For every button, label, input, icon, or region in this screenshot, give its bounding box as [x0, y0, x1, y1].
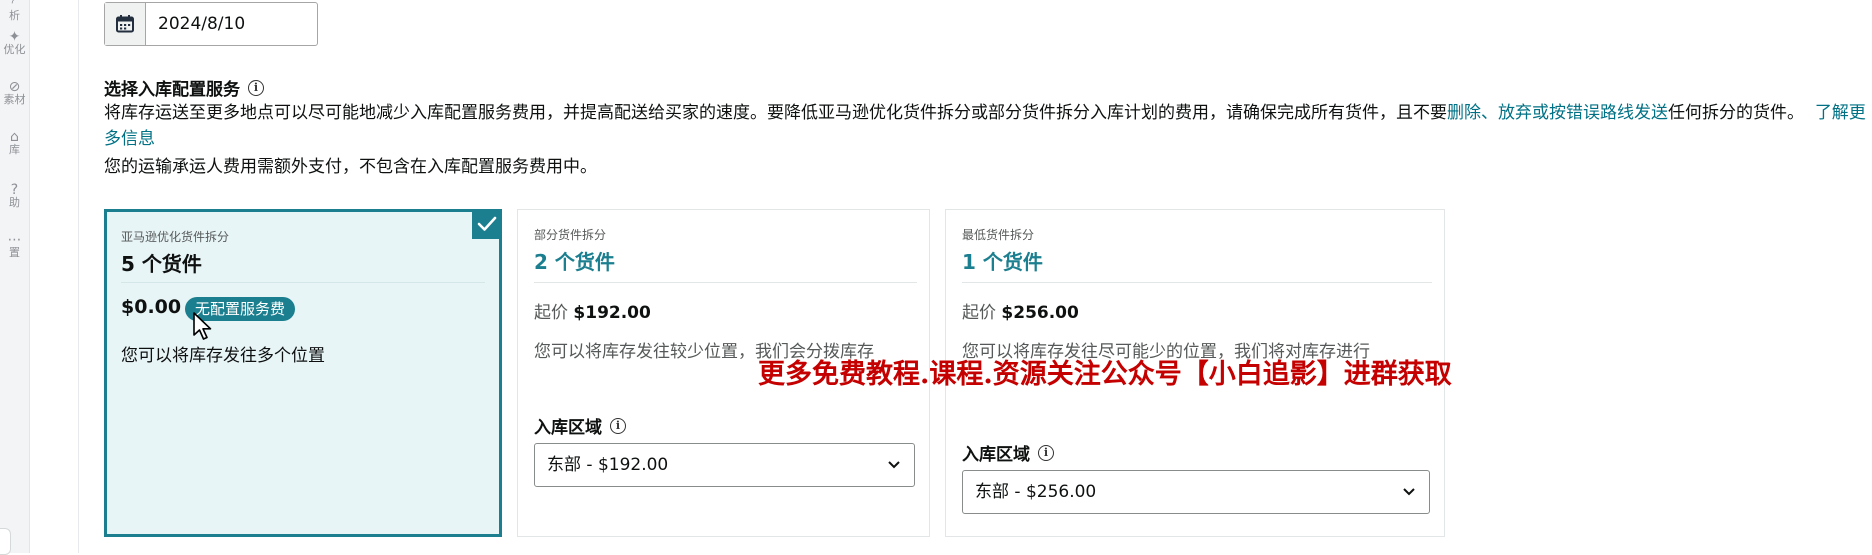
card-price: $256.00 [1001, 303, 1079, 323]
abandon-or-misroute-link[interactable]: 放弃或按错误路线发送 [1498, 103, 1668, 123]
region-label-text: 入库区域 [962, 445, 1030, 465]
rail-item-label: 析 [9, 9, 20, 22]
description-text-2: 任何拆分的货件。 [1668, 103, 1804, 123]
option-card-amazon-optimized[interactable]: 亚马逊优化货件拆分 5 个货件 $0.00 无配置服务费 您可以将库存发往多个位… [104, 209, 502, 537]
region-label: 入库区域 i [534, 413, 626, 438]
card-subtitle: 部分货件拆分 [534, 228, 607, 242]
rail-item-label: 助 [9, 196, 20, 209]
sparkle-icon: ✦ [8, 29, 21, 45]
mouse-cursor-icon [193, 312, 212, 340]
rail-item-label: 置 [9, 246, 20, 259]
region-select-value: 东部 - $256.00 [975, 482, 1097, 502]
region-label: 入库区域 i [962, 440, 1054, 465]
left-rail: ◜ 析 ✦ 优化 ⊘ 素材 ⌂ 库 ? 助 ⋯ 置 [0, 0, 30, 555]
card-title: 2 个货件 [534, 250, 615, 274]
warehouse-icon: ⌂ [10, 129, 19, 145]
price-label: 起价 [962, 303, 996, 323]
card-price: $192.00 [573, 303, 651, 323]
rail-item-analytics[interactable]: ◜ 析 [0, 0, 29, 22]
rail-item-label: 素材 [3, 93, 26, 106]
region-label-text: 入库区域 [534, 418, 602, 438]
carrier-fee-note: 您的运输承运人费用需额外支付，不包含在入库配置服务费用中。 [104, 157, 597, 177]
separator: 、 [1481, 103, 1498, 123]
section-description: 将库存运送至更多地点可以尽可能地减少入库配置服务费用，并提高配送给买家的速度。要… [104, 100, 1872, 152]
card-subtitle: 最低货件拆分 [962, 228, 1035, 242]
card-divider [121, 282, 485, 283]
rail-item-warehouse[interactable]: ⌂ 库 [0, 130, 29, 156]
card-price: $0.00 [121, 296, 182, 318]
rail-item-optimize[interactable]: ✦ 优化 [0, 30, 29, 56]
description-text: 将库存运送至更多地点可以尽可能地减少入库配置服务费用，并提高配送给买家的速度。要… [104, 103, 1447, 123]
region-select[interactable]: 东部 - $192.00 [534, 443, 915, 487]
calendar-button[interactable] [105, 3, 146, 45]
date-field[interactable]: 2024/8/10 [104, 2, 318, 46]
rail-item-settings[interactable]: ⋯ 置 [0, 233, 29, 259]
chevron-down-icon [1403, 488, 1415, 496]
card-price-line: 起价 $192.00 [534, 298, 651, 323]
region-select-value: 东部 - $192.00 [547, 455, 669, 475]
delete-link[interactable]: 删除 [1447, 103, 1481, 123]
material-icon: ⊘ [8, 79, 21, 95]
calendar-icon [116, 15, 134, 33]
rail-item-material[interactable]: ⊘ 素材 [0, 80, 29, 106]
rail-collapse-handle[interactable] [0, 528, 11, 555]
price-label: 起价 [534, 303, 568, 323]
card-subtitle: 亚马逊优化货件拆分 [121, 230, 230, 244]
checkmark-icon [477, 216, 497, 231]
card-description: 您可以将库存发往多个位置 [121, 346, 325, 366]
info-icon[interactable]: i [1038, 444, 1054, 461]
card-price-line: 起价 $256.00 [962, 298, 1079, 323]
info-icon[interactable]: i [248, 79, 264, 96]
date-value: 2024/8/10 [158, 14, 246, 34]
section-title: 选择入库配置服务 i [104, 75, 264, 100]
rail-item-label: 库 [9, 143, 20, 156]
card-title: 1 个货件 [962, 250, 1043, 274]
card-divider [962, 282, 1432, 283]
rail-item-help[interactable]: ? 助 [0, 183, 29, 209]
card-title: 5 个货件 [121, 252, 202, 276]
chevron-down-icon [888, 461, 900, 469]
help-icon: ? [10, 182, 19, 198]
region-select[interactable]: 东部 - $256.00 [962, 470, 1430, 514]
section-title-text: 选择入库配置服务 [104, 80, 240, 100]
content-divider [78, 0, 79, 553]
promo-watermark-text: 更多免费教程.课程.资源关注公众号【小白追影】进群获取 [758, 359, 1452, 390]
more-icon: ⋯ [7, 232, 22, 248]
selected-check [472, 209, 502, 239]
card-divider [534, 282, 917, 283]
rail-item-label: 优化 [3, 43, 26, 56]
info-icon[interactable]: i [610, 417, 626, 434]
